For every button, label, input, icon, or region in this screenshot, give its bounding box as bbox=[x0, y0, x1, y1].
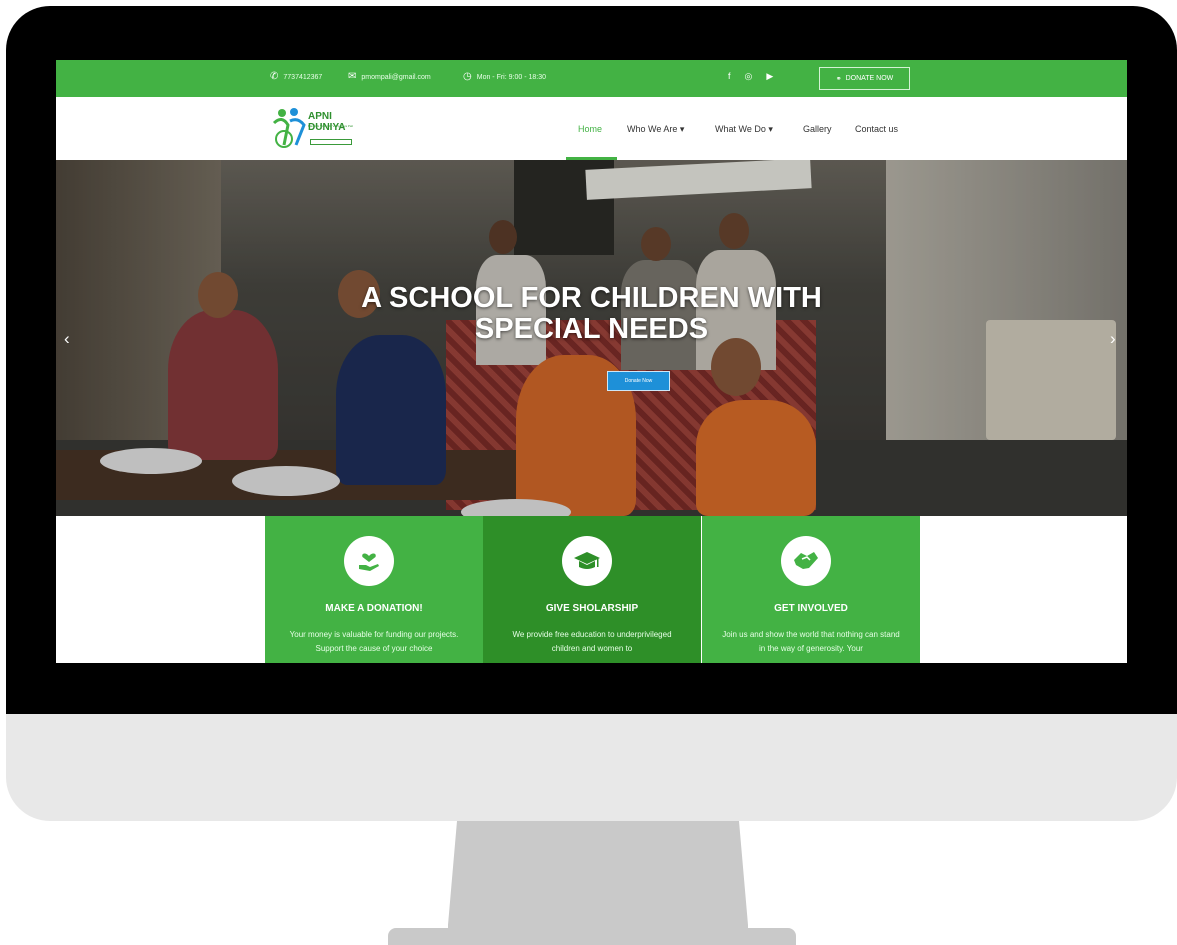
social-links: f ◎ ▶ bbox=[728, 71, 773, 82]
hero-title: A SCHOOL FOR CHILDREN WITH SPECIAL NEEDS bbox=[56, 283, 1127, 345]
phone-number: 7737412367 bbox=[283, 73, 323, 81]
logo-subtitle: Manshik Vimandit Vidhyalaya Pali bbox=[308, 124, 353, 128]
monitor-stand-base bbox=[388, 928, 796, 945]
nav-gallery[interactable]: Gallery bbox=[803, 124, 832, 134]
feature-cards: MAKE A DONATION! Your money is valuable … bbox=[265, 516, 920, 663]
nav-what-we-do[interactable]: What We Do ▾ bbox=[715, 124, 773, 135]
card-give-scholarship[interactable]: GIVE SHOLARSHIP We provide free educatio… bbox=[483, 516, 701, 663]
card-get-involved[interactable]: GET INVOLVED Join us and show the world … bbox=[702, 516, 920, 663]
donate-now-top-button[interactable]: ⚭ DONATE NOW bbox=[819, 67, 910, 90]
phone-icon: ✆ bbox=[270, 71, 279, 82]
handshake-small-icon: ⚭ bbox=[835, 75, 842, 83]
main-navbar: APNI DUNIYA Manshik Vimandit Vidhyalaya … bbox=[56, 97, 1127, 160]
youtube-icon[interactable]: ▶ bbox=[766, 71, 773, 82]
nav-home[interactable]: Home bbox=[578, 124, 602, 134]
card-description: We provide free education to underprivil… bbox=[512, 630, 672, 653]
card-description: Your money is valuable for funding our p… bbox=[289, 630, 459, 653]
card-title: GET INVOLVED bbox=[774, 603, 848, 614]
clock-icon: ◷ bbox=[463, 71, 472, 82]
heart-hand-icon bbox=[344, 536, 394, 586]
donate-now-label: DONATE NOW bbox=[845, 75, 894, 82]
monitor-chin bbox=[6, 714, 1177, 821]
facebook-icon[interactable]: f bbox=[728, 71, 731, 82]
hero-title-line2: SPECIAL NEEDS bbox=[474, 313, 709, 345]
logo-tagline-box bbox=[310, 139, 352, 145]
hours-text: Mon - Fri: 9:00 - 18:30 bbox=[476, 73, 546, 81]
email-contact[interactable]: ✉ pmompali@gmail.com bbox=[348, 72, 431, 82]
handshake-icon bbox=[781, 536, 831, 586]
site-logo[interactable]: APNI DUNIYA Manshik Vimandit Vidhyalaya … bbox=[270, 107, 364, 149]
card-title: GIVE SHOLARSHIP bbox=[545, 603, 639, 614]
phone-contact[interactable]: ✆ 7737412367 bbox=[270, 72, 322, 82]
card-make-donation[interactable]: MAKE A DONATION! Your money is valuable … bbox=[265, 516, 483, 663]
caret-down-icon: ▾ bbox=[768, 124, 773, 134]
card-description: Join us and show the world that nothing … bbox=[722, 630, 900, 653]
top-contact-bar: ✆ 7737412367 ✉ pmompali@gmail.com ◷ Mon … bbox=[56, 60, 1127, 97]
hero-donate-button[interactable]: Donate Now bbox=[607, 371, 670, 391]
nav-who-we-are-label: Who We Are bbox=[627, 124, 678, 134]
nav-contact-us[interactable]: Contact us bbox=[855, 124, 898, 134]
nav-who-we-are[interactable]: Who We Are ▾ bbox=[627, 124, 684, 135]
slider-prev-arrow-icon[interactable]: ‹ bbox=[64, 329, 70, 349]
nav-what-we-do-label: What We Do bbox=[715, 124, 766, 134]
caret-down-icon: ▾ bbox=[679, 124, 685, 134]
envelope-icon: ✉ bbox=[348, 71, 357, 82]
monitor-stand bbox=[448, 821, 748, 939]
card-title: MAKE A DONATION! bbox=[325, 603, 423, 614]
hero-slider: A SCHOOL FOR CHILDREN WITH SPECIAL NEEDS… bbox=[56, 160, 1127, 516]
website-screen: ✆ 7737412367 ✉ pmompali@gmail.com ◷ Mon … bbox=[56, 60, 1127, 663]
email-address: pmompali@gmail.com bbox=[361, 73, 431, 81]
opening-hours: ◷ Mon - Fri: 9:00 - 18:30 bbox=[463, 72, 546, 82]
slider-next-arrow-icon[interactable]: › bbox=[1110, 329, 1116, 349]
logo-figures-icon bbox=[272, 108, 306, 148]
instagram-icon[interactable]: ◎ bbox=[745, 71, 753, 82]
hero-title-line1: A SCHOOL FOR CHILDREN WITH bbox=[361, 282, 822, 314]
graduation-cap-icon bbox=[562, 536, 612, 586]
